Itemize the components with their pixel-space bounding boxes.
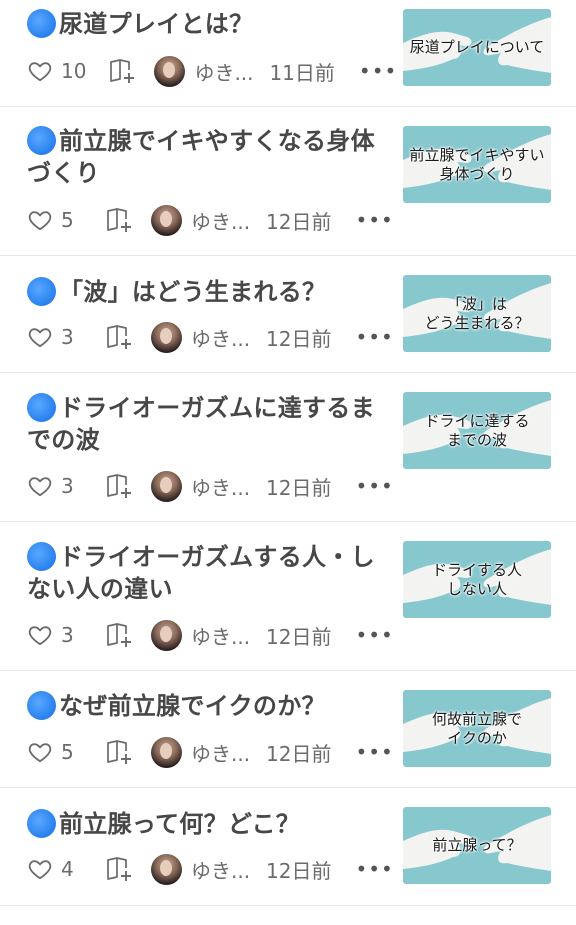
- blue-dot-icon: [27, 542, 56, 571]
- heart-icon[interactable]: [27, 324, 53, 350]
- article-meta: 5 ゆき... 12日前 •••: [27, 204, 394, 236]
- thumbnail-caption: 「波」は どう生まれる？: [424, 294, 530, 332]
- magazine-add-icon[interactable]: [105, 855, 133, 883]
- thumbnail-caption: 前立腺って？: [432, 836, 522, 854]
- like-count: 3: [61, 474, 74, 498]
- thumbnail-caption: ドライに達する までの波: [424, 411, 530, 449]
- article-title[interactable]: 「波」はどう生まれる？: [27, 276, 387, 308]
- post-date: 12日前: [266, 624, 332, 649]
- article-title[interactable]: ドライオーガズムする人・しない人の違い: [27, 541, 387, 605]
- author-avatar[interactable]: [151, 204, 182, 236]
- author-name[interactable]: ゆき...: [191, 323, 261, 352]
- more-dots-icon[interactable]: •••: [355, 208, 393, 232]
- article-meta: 4 ゆき... 12日前 •••: [27, 853, 394, 885]
- author-name[interactable]: ゆき...: [191, 206, 261, 235]
- divider: [0, 905, 576, 906]
- article-item[interactable]: 前立腺って何？どこ？ 4 ゆき... 12日前 ••• 前立腺って？: [0, 788, 576, 906]
- article-item[interactable]: 尿道プレイとは？ 10 ゆき... 11日前 ••• 尿道プレイについて: [0, 0, 576, 107]
- article-meta: 10 ゆき... 11日前 •••: [27, 55, 397, 87]
- article-thumbnail[interactable]: 前立腺でイキやすい 身体づくり: [403, 126, 551, 203]
- article-meta: 5 ゆき... 12日前 •••: [27, 736, 394, 768]
- blue-dot-icon: [27, 9, 56, 38]
- post-date: 11日前: [269, 60, 335, 85]
- like-count: 5: [61, 208, 74, 232]
- magazine-add-icon[interactable]: [105, 472, 133, 500]
- like-count: 5: [61, 740, 74, 764]
- blue-dot-icon: [27, 277, 56, 306]
- heart-icon[interactable]: [27, 58, 53, 84]
- article-item[interactable]: ドライオーガズムに達するまでの波 3 ゆき... 12日前 ••• ドライに達す…: [0, 373, 576, 522]
- article-item[interactable]: 前立腺でイキやすくなる身体づくり 5 ゆき... 12日前 ••• 前立腺でイキ…: [0, 107, 576, 256]
- article-meta: 3 ゆき... 12日前 •••: [27, 619, 394, 651]
- thumbnail-caption: ドライする人 しない人: [431, 560, 522, 598]
- article-thumbnail[interactable]: ドライする人 しない人: [403, 541, 551, 618]
- author-name[interactable]: ゆき...: [191, 621, 261, 650]
- more-dots-icon[interactable]: •••: [355, 325, 393, 349]
- blue-dot-icon: [27, 393, 56, 422]
- like-count: 3: [61, 325, 74, 349]
- more-dots-icon[interactable]: •••: [355, 740, 393, 764]
- article-item[interactable]: なぜ前立腺でイクのか？ 5 ゆき... 12日前 ••• 何故前立腺で イクのか: [0, 671, 576, 788]
- magazine-add-icon[interactable]: [105, 738, 133, 766]
- author-avatar[interactable]: [151, 736, 182, 768]
- blue-dot-icon: [27, 126, 56, 155]
- heart-icon[interactable]: [27, 473, 53, 499]
- like-count: 10: [61, 59, 87, 83]
- more-dots-icon[interactable]: •••: [359, 59, 397, 83]
- thumbnail-caption: 何故前立腺で イクのか: [431, 709, 522, 747]
- article-thumbnail[interactable]: 尿道プレイについて: [403, 9, 551, 86]
- article-title[interactable]: なぜ前立腺でイクのか？: [27, 690, 387, 722]
- author-avatar[interactable]: [151, 619, 182, 651]
- article-title[interactable]: 前立腺って何？どこ？: [27, 808, 387, 840]
- thumbnail-caption: 尿道プレイについて: [409, 38, 545, 56]
- magazine-add-icon[interactable]: [105, 206, 133, 234]
- article-thumbnail[interactable]: 「波」は どう生まれる？: [403, 275, 551, 352]
- author-avatar[interactable]: [154, 55, 186, 87]
- heart-icon[interactable]: [27, 207, 53, 233]
- article-thumbnail[interactable]: ドライに達する までの波: [403, 392, 551, 469]
- author-name[interactable]: ゆき...: [194, 57, 264, 86]
- post-date: 12日前: [266, 209, 332, 234]
- heart-icon[interactable]: [27, 739, 53, 765]
- magazine-add-icon[interactable]: [105, 621, 133, 649]
- article-thumbnail[interactable]: 何故前立腺で イクのか: [403, 690, 551, 767]
- article-meta: 3 ゆき... 12日前 •••: [27, 321, 394, 353]
- article-meta: 3 ゆき... 12日前 •••: [27, 470, 394, 502]
- author-name[interactable]: ゆき...: [191, 855, 261, 884]
- author-avatar[interactable]: [151, 853, 182, 885]
- post-date: 12日前: [266, 475, 332, 500]
- post-date: 12日前: [266, 741, 332, 766]
- article-title[interactable]: ドライオーガズムに達するまでの波: [27, 392, 387, 456]
- more-dots-icon[interactable]: •••: [355, 474, 393, 498]
- article-thumbnail[interactable]: 前立腺って？: [403, 807, 551, 884]
- article-title[interactable]: 尿道プレイとは？: [27, 8, 387, 40]
- thumbnail-caption: 前立腺でイキやすい 身体づくり: [409, 145, 545, 183]
- heart-icon[interactable]: [27, 856, 53, 882]
- author-avatar[interactable]: [151, 321, 182, 353]
- author-name[interactable]: ゆき...: [191, 472, 261, 501]
- heart-icon[interactable]: [27, 622, 53, 648]
- article-item[interactable]: ドライオーガズムする人・しない人の違い 3 ゆき... 12日前 ••• ドライ…: [0, 522, 576, 671]
- post-date: 12日前: [266, 326, 332, 351]
- like-count: 4: [61, 857, 74, 881]
- more-dots-icon[interactable]: •••: [355, 857, 393, 881]
- magazine-add-icon[interactable]: [105, 323, 133, 351]
- like-count: 3: [61, 623, 74, 647]
- blue-dot-icon: [27, 691, 56, 720]
- post-date: 12日前: [266, 858, 332, 883]
- more-dots-icon[interactable]: •••: [355, 623, 393, 647]
- blue-dot-icon: [27, 809, 56, 838]
- magazine-add-icon[interactable]: [108, 57, 136, 85]
- article-title[interactable]: 前立腺でイキやすくなる身体づくり: [27, 125, 387, 189]
- author-name[interactable]: ゆき...: [191, 738, 261, 767]
- author-avatar[interactable]: [151, 470, 182, 502]
- article-item[interactable]: 「波」はどう生まれる？ 3 ゆき... 12日前 ••• 「波」は どう生まれる…: [0, 256, 576, 373]
